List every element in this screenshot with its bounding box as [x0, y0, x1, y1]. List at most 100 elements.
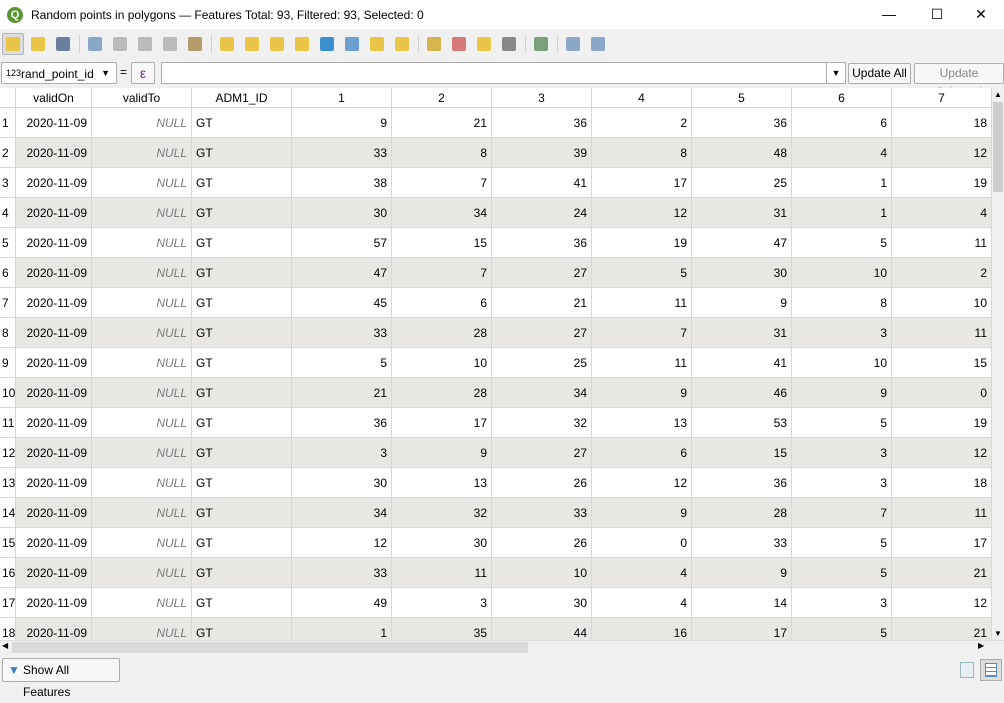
cell-1[interactable]: 57: [292, 228, 392, 258]
expression-dropdown-icon[interactable]: ▼: [826, 63, 845, 83]
cell-1[interactable]: 49: [292, 588, 392, 618]
column-header-3[interactable]: 3: [492, 88, 592, 108]
cell-4[interactable]: 6: [592, 438, 692, 468]
column-header-6[interactable]: 6: [792, 88, 892, 108]
maximize-button[interactable]: ☐: [914, 0, 960, 29]
cell-4[interactable]: 2: [592, 108, 692, 138]
table-row[interactable]: 7 2020-11-09 NULL GT 45 6 21 11 9 8 10: [0, 288, 992, 318]
horizontal-scroll-thumb[interactable]: [12, 642, 528, 653]
cell-validOn[interactable]: 2020-11-09: [16, 588, 92, 618]
cell-5[interactable]: 15: [692, 438, 792, 468]
row-number[interactable]: 8: [0, 318, 16, 348]
cell-4[interactable]: 4: [592, 588, 692, 618]
cell-3[interactable]: 32: [492, 408, 592, 438]
row-number[interactable]: 17: [0, 588, 16, 618]
cell-2[interactable]: 7: [392, 168, 492, 198]
cell-5[interactable]: 46: [692, 378, 792, 408]
cell-5[interactable]: 14: [692, 588, 792, 618]
cell-4[interactable]: 11: [592, 288, 692, 318]
table-row[interactable]: 12 2020-11-09 NULL GT 3 9 27 6 15 3 12: [0, 438, 992, 468]
column-header-4[interactable]: 4: [592, 88, 692, 108]
cell-1[interactable]: 38: [292, 168, 392, 198]
cell-5[interactable]: 41: [692, 348, 792, 378]
cell-ADM1_ID[interactable]: GT: [192, 378, 292, 408]
column-header-validOn[interactable]: validOn: [16, 88, 92, 108]
cell-4[interactable]: 9: [592, 498, 692, 528]
table-row[interactable]: 17 2020-11-09 NULL GT 49 3 30 4 14 3 12: [0, 588, 992, 618]
cell-6[interactable]: 3: [792, 318, 892, 348]
cell-2[interactable]: 6: [392, 288, 492, 318]
save-edits-icon[interactable]: [52, 33, 74, 55]
cell-3[interactable]: 36: [492, 108, 592, 138]
cell-6[interactable]: 1: [792, 198, 892, 228]
minimize-button[interactable]: —: [866, 0, 912, 29]
cell-3[interactable]: 21: [492, 288, 592, 318]
deselect-all-icon[interactable]: [291, 33, 313, 55]
cell-1[interactable]: 33: [292, 558, 392, 588]
cell-3[interactable]: 36: [492, 228, 592, 258]
row-number[interactable]: 11: [0, 408, 16, 438]
table-row[interactable]: 10 2020-11-09 NULL GT 21 28 34 9 46 9 0: [0, 378, 992, 408]
table-row[interactable]: 4 2020-11-09 NULL GT 30 34 24 12 31 1 4: [0, 198, 992, 228]
cell-6[interactable]: 10: [792, 348, 892, 378]
horizontal-scrollbar[interactable]: ◀ ▶: [0, 640, 1004, 654]
column-header-5[interactable]: 5: [692, 88, 792, 108]
table-row[interactable]: 5 2020-11-09 NULL GT 57 15 36 19 47 5 11: [0, 228, 992, 258]
cell-ADM1_ID[interactable]: GT: [192, 168, 292, 198]
cell-ADM1_ID[interactable]: GT: [192, 528, 292, 558]
update-selected-button[interactable]: Update Selected: [914, 63, 1004, 99]
cell-5[interactable]: 36: [692, 108, 792, 138]
form-view-icon[interactable]: [960, 662, 974, 678]
cell-7[interactable]: 17: [892, 528, 992, 558]
cell-validOn[interactable]: 2020-11-09: [16, 528, 92, 558]
cell-5[interactable]: 36: [692, 468, 792, 498]
header-corner[interactable]: [0, 88, 16, 108]
cell-ADM1_ID[interactable]: GT: [192, 438, 292, 468]
cell-4[interactable]: 13: [592, 408, 692, 438]
vertical-scrollbar[interactable]: ▲ ▼: [992, 88, 1004, 640]
cell-2[interactable]: 11: [392, 558, 492, 588]
cell-4[interactable]: 8: [592, 138, 692, 168]
cell-2[interactable]: 28: [392, 318, 492, 348]
cell-7[interactable]: 15: [892, 348, 992, 378]
cell-2[interactable]: 32: [392, 498, 492, 528]
cell-7[interactable]: 11: [892, 318, 992, 348]
cell-3[interactable]: 25: [492, 348, 592, 378]
cell-6[interactable]: 7: [792, 498, 892, 528]
cell-4[interactable]: 9: [592, 378, 692, 408]
cell-validTo[interactable]: NULL: [92, 468, 192, 498]
cell-4[interactable]: 11: [592, 348, 692, 378]
move-selection-top-icon[interactable]: [341, 33, 363, 55]
row-number[interactable]: 7: [0, 288, 16, 318]
cell-ADM1_ID[interactable]: GT: [192, 498, 292, 528]
cell-1[interactable]: 30: [292, 198, 392, 228]
cell-5[interactable]: 48: [692, 138, 792, 168]
expression-input[interactable]: [161, 62, 846, 84]
cell-validOn[interactable]: 2020-11-09: [16, 558, 92, 588]
row-number[interactable]: 5: [0, 228, 16, 258]
row-number[interactable]: 1: [0, 108, 16, 138]
cell-2[interactable]: 10: [392, 348, 492, 378]
cell-validTo[interactable]: NULL: [92, 528, 192, 558]
delete-field-icon[interactable]: [448, 33, 470, 55]
table-row[interactable]: 13 2020-11-09 NULL GT 30 13 26 12 36 3 18: [0, 468, 992, 498]
cell-validTo[interactable]: NULL: [92, 498, 192, 528]
scroll-right-icon[interactable]: ▶: [978, 641, 984, 650]
expression-button[interactable]: ε: [131, 62, 155, 84]
cell-validTo[interactable]: NULL: [92, 378, 192, 408]
cell-2[interactable]: 3: [392, 588, 492, 618]
column-header-ADM1_ID[interactable]: ADM1_ID: [192, 88, 292, 108]
cell-5[interactable]: 9: [692, 288, 792, 318]
cell-5[interactable]: 17: [692, 618, 792, 640]
cell-5[interactable]: 53: [692, 408, 792, 438]
cell-validTo[interactable]: NULL: [92, 588, 192, 618]
scroll-up-icon[interactable]: ▲: [994, 90, 1002, 99]
cell-validOn[interactable]: 2020-11-09: [16, 468, 92, 498]
cell-1[interactable]: 21: [292, 378, 392, 408]
cell-3[interactable]: 34: [492, 378, 592, 408]
row-number[interactable]: 15: [0, 528, 16, 558]
cell-ADM1_ID[interactable]: GT: [192, 198, 292, 228]
row-number[interactable]: 4: [0, 198, 16, 228]
cell-validTo[interactable]: NULL: [92, 108, 192, 138]
column-header-2[interactable]: 2: [392, 88, 492, 108]
